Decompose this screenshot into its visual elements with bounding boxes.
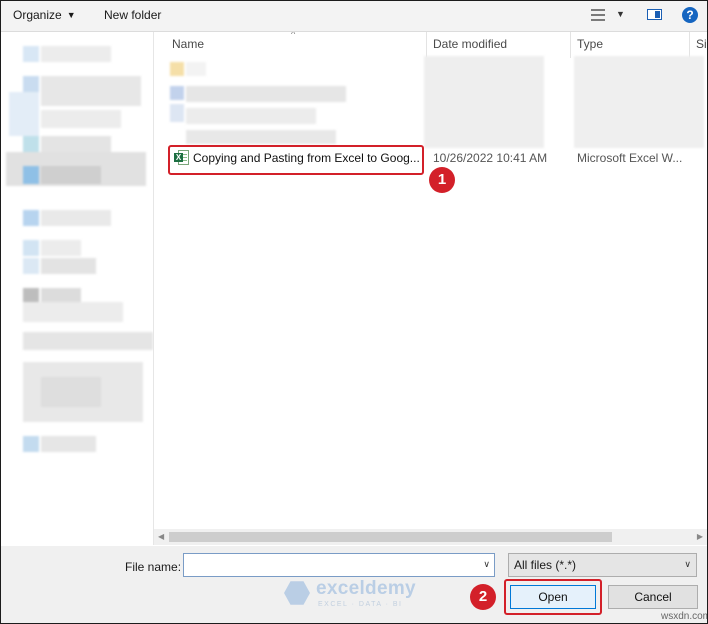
sort-ascending-icon: ^ [291, 32, 296, 39]
column-header-size[interactable]: Si [696, 37, 707, 51]
preview-pane-icon[interactable] [647, 9, 662, 20]
organize-label: Organize [13, 8, 62, 22]
column-divider[interactable] [689, 32, 690, 58]
step-2-badge: 2 [470, 584, 496, 610]
watermark-tagline: EXCEL · DATA · BI [318, 601, 403, 608]
organize-menu[interactable]: Organize ▼ [13, 8, 76, 22]
excel-file-icon: X [174, 150, 189, 165]
toolbar: Organize ▼ New folder ▼ ? [1, 1, 707, 32]
scroll-left-icon[interactable]: ◀ [158, 532, 164, 541]
column-header-name[interactable]: Name [172, 37, 204, 51]
exceldemy-logo-icon [284, 581, 310, 605]
column-divider[interactable] [570, 32, 571, 58]
file-open-dialog: Organize ▼ New folder ▼ ? ^ Name Date mo… [0, 0, 708, 624]
view-list-icon[interactable] [591, 9, 605, 21]
corner-watermark: wsxdn.com [661, 611, 708, 622]
watermark-logo: exceldemy EXCEL · DATA · BI [284, 577, 434, 611]
new-folder-button[interactable]: New folder [104, 8, 161, 22]
cancel-button[interactable]: Cancel [608, 585, 698, 609]
chevron-down-icon[interactable]: ∨ [483, 559, 490, 570]
file-list[interactable]: ^ Name Date modified Type Si X Copying a… [154, 32, 707, 529]
column-divider[interactable] [426, 32, 427, 58]
file-type-filter-select[interactable]: All files (*.*) ∨ [508, 553, 697, 577]
file-name-label: File name: [125, 560, 182, 574]
blurred-file-rows [154, 56, 707, 148]
file-name-text: Copying and Pasting from Excel to Goog..… [193, 151, 420, 165]
file-row-selected[interactable]: X Copying and Pasting from Excel to Goog… [166, 148, 706, 168]
file-type-filter-value: All files (*.*) [514, 558, 577, 572]
scrollbar-thumb[interactable] [169, 532, 612, 542]
watermark-name: exceldemy [316, 578, 416, 599]
chevron-down-icon[interactable]: ∨ [684, 559, 691, 570]
horizontal-scrollbar[interactable]: ◀ ▶ [154, 529, 707, 545]
view-options-caret-icon[interactable]: ▼ [616, 9, 625, 19]
nav-blurred-content [1, 32, 153, 545]
column-header-type[interactable]: Type [577, 37, 603, 51]
chevron-down-icon: ▼ [66, 10, 76, 20]
step-1-badge: 1 [429, 167, 455, 193]
scroll-right-icon[interactable]: ▶ [697, 532, 703, 541]
file-name-input[interactable]: ∨ [183, 553, 495, 577]
column-header-date-modified[interactable]: Date modified [433, 37, 507, 51]
file-type-text: Microsoft Excel W... [577, 151, 683, 165]
open-button[interactable]: Open [510, 585, 596, 609]
help-icon[interactable]: ? [682, 7, 698, 23]
file-date-text: 10/26/2022 10:41 AM [433, 151, 548, 165]
navigation-pane[interactable] [1, 32, 154, 545]
